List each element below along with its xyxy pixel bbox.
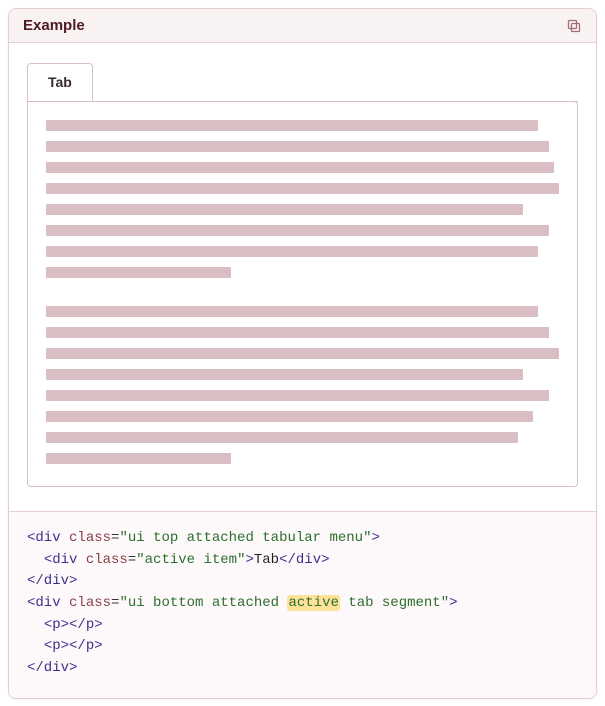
placeholder-line <box>46 141 549 152</box>
placeholder-line <box>46 327 549 338</box>
placeholder-line <box>46 246 538 257</box>
placeholder-line <box>46 348 559 359</box>
tab-segment <box>27 101 578 487</box>
preview-area: Tab <box>9 43 596 511</box>
placeholder-line <box>46 162 554 173</box>
placeholder-line <box>46 369 523 380</box>
placeholder-paragraph <box>46 306 559 464</box>
placeholder-line <box>46 432 518 443</box>
placeholder-line <box>46 306 538 317</box>
tab-item[interactable]: Tab <box>27 63 93 101</box>
placeholder-line <box>46 411 533 422</box>
tab-menu: Tab <box>27 63 578 102</box>
placeholder-line <box>46 204 523 215</box>
placeholder-paragraph <box>46 120 559 278</box>
placeholder-line <box>46 267 231 278</box>
placeholder-line <box>46 120 538 131</box>
card-header: Example <box>9 9 596 43</box>
card-title: Example <box>23 17 85 34</box>
placeholder-line <box>46 390 549 401</box>
placeholder-line <box>46 453 231 464</box>
code-block: <div class="ui top attached tabular menu… <box>9 511 596 698</box>
tab-label: Tab <box>48 74 72 90</box>
placeholder-line <box>46 183 559 194</box>
example-card: Example Tab <div class="ui top attached … <box>8 8 597 699</box>
copy-icon[interactable] <box>566 18 582 34</box>
placeholder-line <box>46 225 549 236</box>
